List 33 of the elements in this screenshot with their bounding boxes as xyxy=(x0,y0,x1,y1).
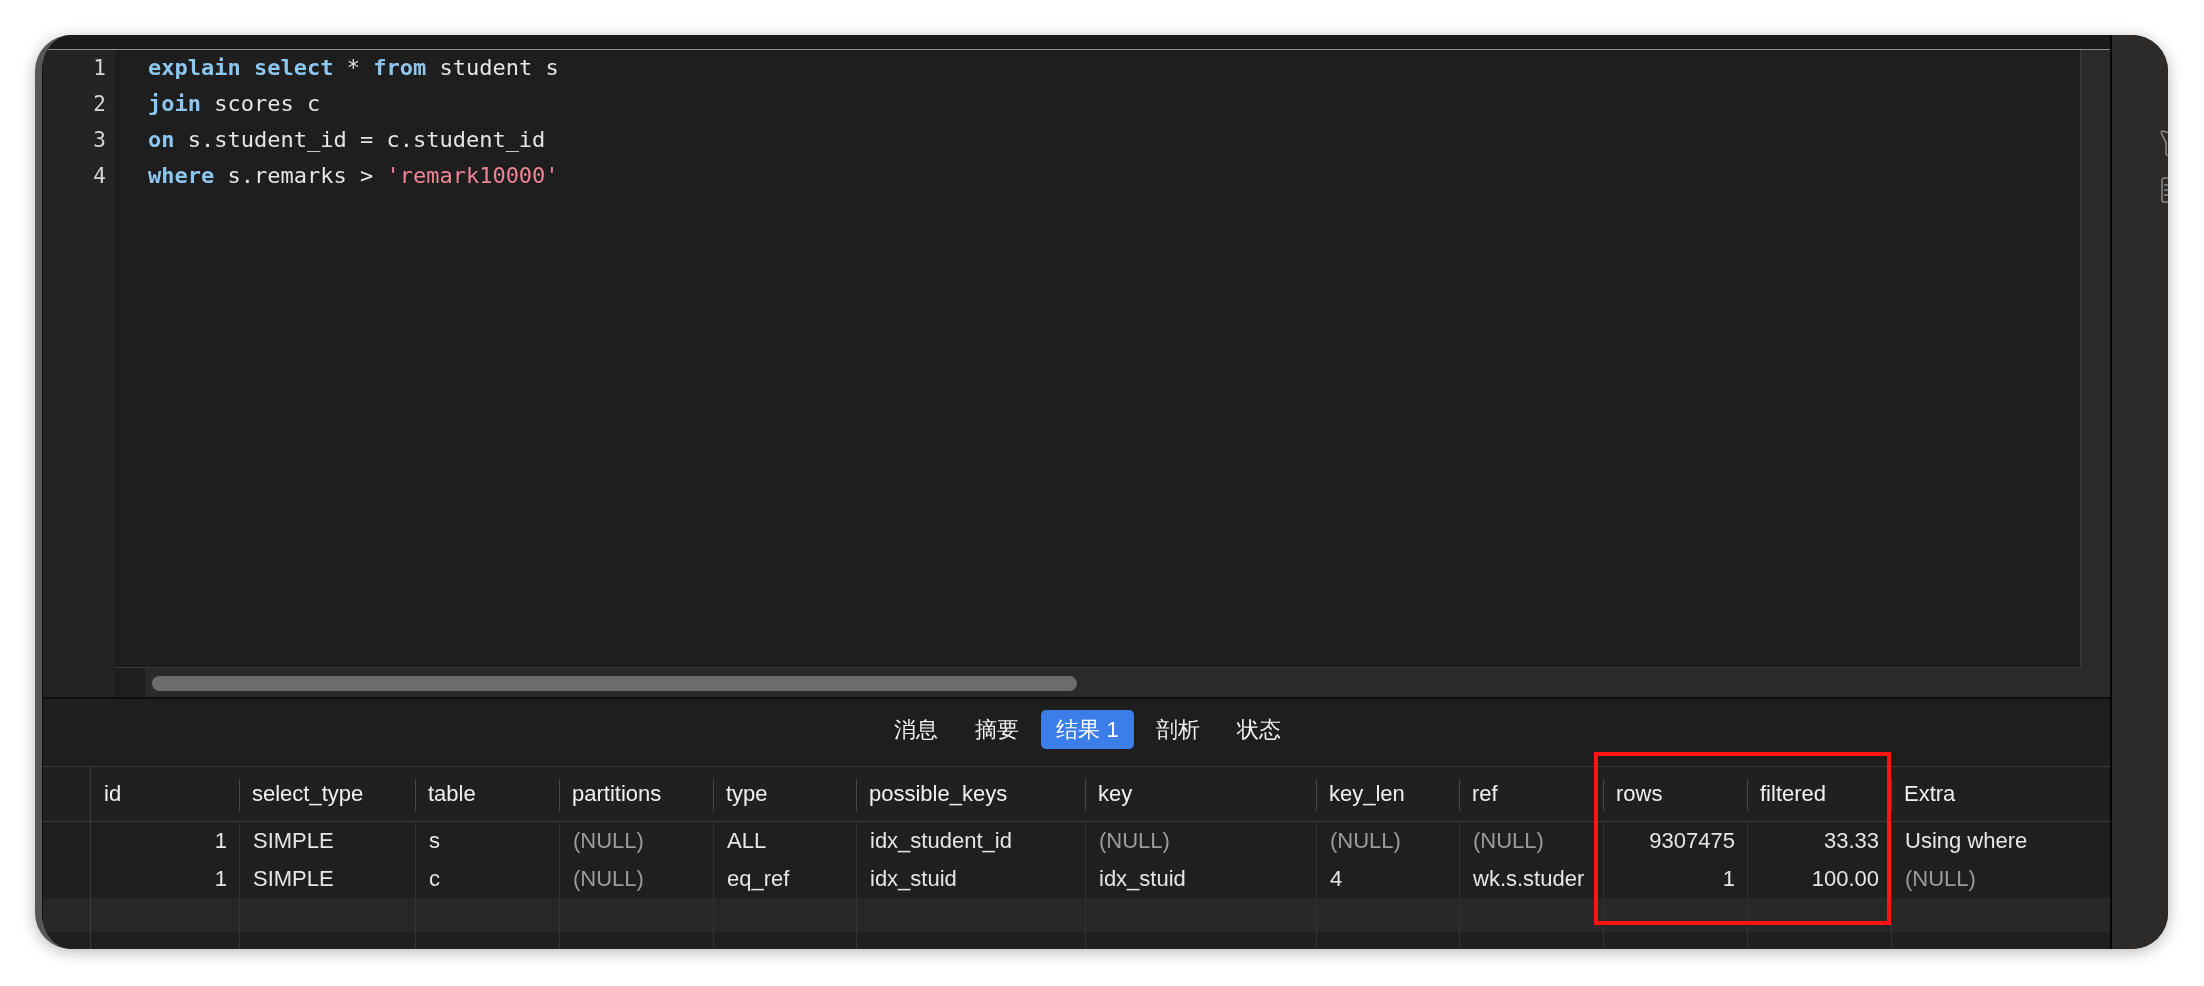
scrollbar-thumb[interactable] xyxy=(152,676,1077,691)
table-cell-text: 1 xyxy=(213,827,228,855)
column-header[interactable]: select_type xyxy=(239,767,415,821)
column-header[interactable]: type xyxy=(713,767,856,821)
line-number: 3 xyxy=(92,127,107,154)
line-number: 4 xyxy=(92,163,107,190)
code-editor[interactable]: explain select * from student s join scores c on s.student_id = c.student_id where s.remarks > 'remark10000' xyxy=(115,50,2081,668)
result-tab[interactable]: 摘要 xyxy=(960,710,1035,749)
result-tab[interactable]: 状态 xyxy=(1221,710,1296,749)
column-header[interactable]: filtered xyxy=(1747,767,1891,821)
column-header[interactable]: Extra xyxy=(1891,767,2108,821)
line-number: 1 xyxy=(92,55,107,82)
result-tab[interactable]: 消息 xyxy=(879,710,954,749)
column-header[interactable]: ref xyxy=(1459,767,1603,821)
code-line: join scores c xyxy=(148,90,321,118)
result-tab[interactable]: 剖析 xyxy=(1140,710,1215,749)
column-header[interactable]: table xyxy=(415,767,559,821)
column-header[interactable]: possible_keys xyxy=(856,767,1085,821)
table-cell-text: 1 xyxy=(213,865,228,893)
vertical-scrollbar[interactable] xyxy=(2081,50,2110,668)
column-header[interactable]: key_len xyxy=(1316,767,1459,821)
column-header[interactable]: rows xyxy=(1603,767,1747,821)
code-line: where s.remarks > 'remark10000' xyxy=(148,162,559,190)
result-tab[interactable]: 结果 1 xyxy=(1041,710,1134,749)
document-icon[interactable] xyxy=(2161,177,2168,203)
line-number: 2 xyxy=(92,91,107,118)
column-header[interactable]: partitions xyxy=(559,767,713,821)
column-header[interactable]: key xyxy=(1085,767,1316,821)
code-line: explain select * from student s xyxy=(148,54,559,82)
code-line: on s.student_id = c.student_id xyxy=(148,126,546,154)
horizontal-scrollbar[interactable] xyxy=(145,668,2110,697)
column-header[interactable]: id xyxy=(91,767,239,821)
funnel-icon[interactable] xyxy=(2160,130,2168,156)
